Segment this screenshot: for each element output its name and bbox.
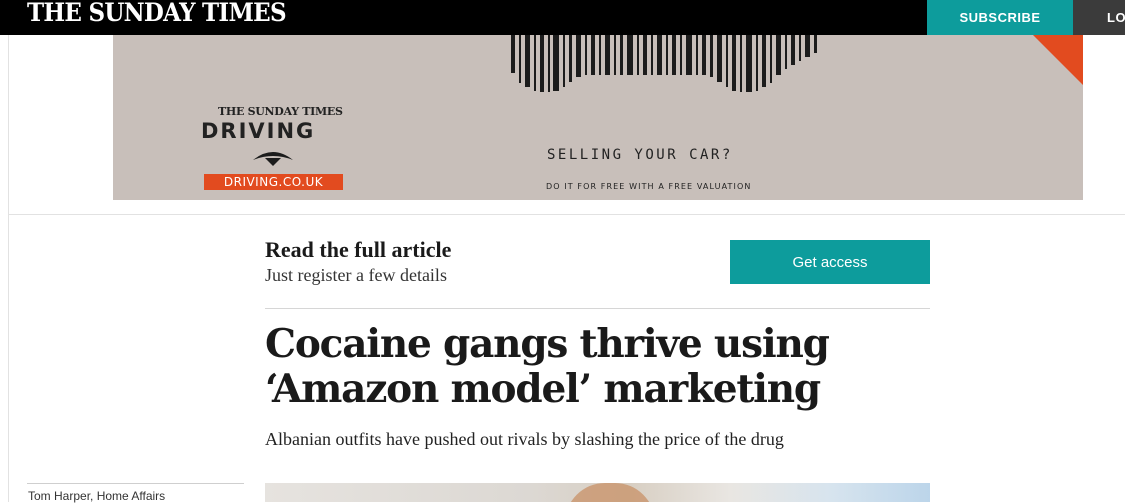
ad-headline: SELLING YOUR CAR? bbox=[547, 147, 733, 163]
top-navigation-bar: THE SUNDAY TIMES SUBSCRIBE LO bbox=[0, 0, 1125, 35]
article-lead-image bbox=[265, 483, 930, 502]
byline-divider bbox=[27, 483, 244, 484]
section-divider bbox=[8, 214, 1125, 215]
article-byline[interactable]: Tom Harper, Home Affairs bbox=[28, 489, 165, 503]
ad-subline: DO IT FOR FREE WITH A FREE VALUATION bbox=[546, 182, 752, 191]
paywall-divider bbox=[265, 308, 930, 309]
ad-corner-ribbon bbox=[1033, 35, 1083, 85]
site-logo[interactable]: THE SUNDAY TIMES bbox=[27, 0, 287, 27]
article-standfirst: Albanian outfits have pushed out rivals … bbox=[265, 429, 784, 449]
subscribe-button[interactable]: SUBSCRIBE bbox=[927, 0, 1073, 35]
get-access-button[interactable]: Get access bbox=[730, 240, 930, 284]
page-border bbox=[8, 35, 9, 502]
image-subject bbox=[565, 483, 655, 502]
login-button[interactable]: LO bbox=[1073, 0, 1125, 35]
ad-masthead: THE SUNDAY TIMES bbox=[218, 105, 343, 118]
barcode-car-graphic bbox=[511, 35, 817, 92]
paywall-subtitle: Just register a few details bbox=[265, 265, 447, 285]
steering-wheel-icon bbox=[253, 152, 293, 166]
paywall-title: Read the full article bbox=[265, 237, 452, 262]
advertisement-banner[interactable]: THE SUNDAY TIMES DRIVING DRIVING.CO.UK S… bbox=[113, 35, 1083, 200]
ad-url-badge: DRIVING.CO.UK bbox=[204, 174, 343, 190]
article-headline: Cocaine gangs thrive using ‘Amazon model… bbox=[265, 321, 830, 412]
ad-brand: DRIVING bbox=[201, 119, 316, 143]
